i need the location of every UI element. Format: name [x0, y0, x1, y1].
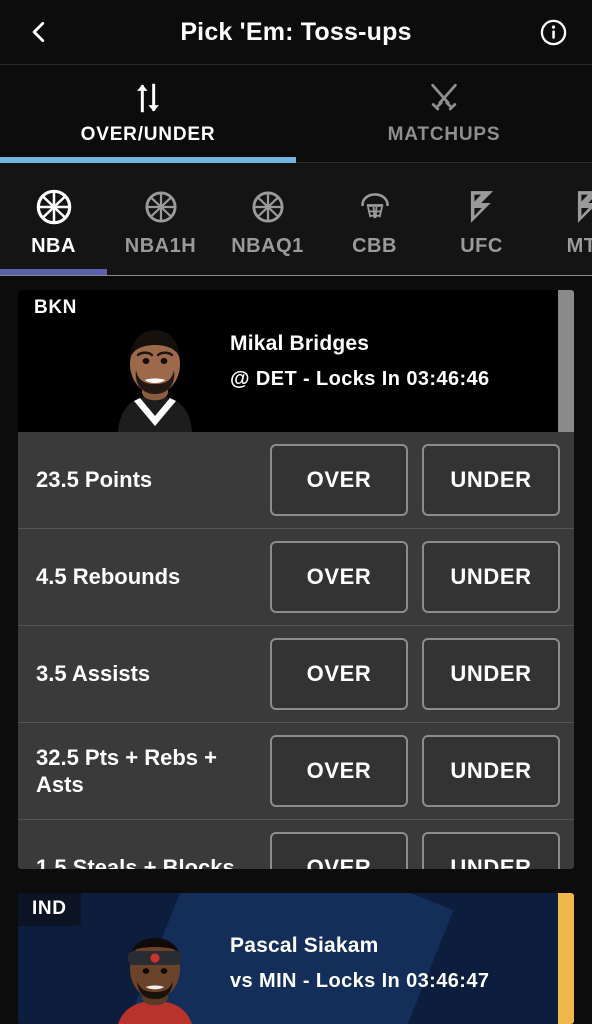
- app-root: Pick 'Em: Toss-ups OVER/UNDER MATCHUPS N…: [0, 0, 592, 1024]
- tab-over-under[interactable]: OVER/UNDER: [0, 65, 296, 163]
- basketball-icon: [34, 185, 74, 229]
- stat-label: 23.5 Points: [36, 467, 153, 493]
- back-button[interactable]: [22, 15, 56, 49]
- league-tab-mte-label: MTE: [566, 234, 592, 257]
- league-tab-nba-label: NBA: [31, 234, 76, 257]
- under-button[interactable]: UNDER: [422, 832, 560, 869]
- player-card[interactable]: BKN Mikal Bridges @ DET - Locks In 03:46…: [18, 290, 574, 869]
- stat-label: 3.5 Assists: [36, 661, 151, 687]
- basketball-icon: [143, 185, 179, 229]
- stat-actions: OVER UNDER: [270, 541, 560, 613]
- under-button[interactable]: UNDER: [422, 541, 560, 613]
- under-button[interactable]: UNDER: [422, 444, 560, 516]
- tab-matchups[interactable]: MATCHUPS: [296, 65, 592, 162]
- stat-row: 4.5 Rebounds OVER UNDER: [18, 529, 574, 626]
- stat-row: 3.5 Assists OVER UNDER: [18, 626, 574, 723]
- lightning-flag-icon: [465, 185, 499, 229]
- over-button[interactable]: OVER: [270, 541, 408, 613]
- league-tab-nba1h[interactable]: NBA1H: [107, 163, 214, 275]
- team-badge: IND: [18, 892, 81, 926]
- stat-row: 1.5 Steals + Blocks OVER UNDER: [18, 820, 574, 869]
- stat-row: 23.5 Points OVER UNDER: [18, 432, 574, 529]
- player-matchup-and-lock-timer: vs MIN - Locks In 03:46:47: [230, 970, 490, 993]
- under-button[interactable]: UNDER: [422, 735, 560, 807]
- league-tab-nba-underline: [0, 269, 107, 275]
- player-headshot: [118, 937, 192, 1024]
- over-button[interactable]: OVER: [270, 444, 408, 516]
- card-accent-bar: [558, 290, 574, 432]
- stat-label: 1.5 Steals + Blocks: [36, 855, 235, 869]
- player-name: Mikal Bridges: [230, 331, 370, 355]
- league-tab-nba1h-underline: [107, 269, 214, 275]
- stat-row-group: 23.5 Points OVER UNDER 4.5 Rebounds OVER…: [18, 432, 574, 869]
- card-accent-bar: [558, 892, 574, 1024]
- player-card-list[interactable]: BKN Mikal Bridges @ DET - Locks In 03:46…: [0, 276, 592, 1024]
- page-title: Pick 'Em: Toss-ups: [180, 17, 412, 46]
- over-button[interactable]: OVER: [270, 832, 408, 869]
- league-tab-bar: NBA NBA1H NBAQ1 CBB UFC M: [0, 163, 592, 276]
- up-down-arrows-icon: [137, 83, 159, 113]
- under-button[interactable]: UNDER: [422, 638, 560, 710]
- league-tab-nbaq1[interactable]: NBAQ1: [214, 163, 321, 275]
- tab-over-under-label: OVER/UNDER: [80, 124, 216, 145]
- player-headshot: [118, 330, 192, 432]
- basketball-hoop-icon: [357, 185, 393, 229]
- crossed-swords-icon: [431, 83, 457, 111]
- basketball-icon: [250, 185, 286, 229]
- player-card-banner: BKN Mikal Bridges @ DET - Locks In 03:46…: [18, 290, 574, 432]
- info-circle-icon: [540, 19, 566, 45]
- over-button[interactable]: OVER: [270, 735, 408, 807]
- stat-label: 32.5 Pts + Rebs + Asts: [36, 744, 217, 798]
- player-card-info: Mikal Bridges @ DET - Locks In 03:46:46: [230, 332, 490, 391]
- league-tab-cbb-label: CBB: [352, 234, 397, 257]
- league-tab-cbb-underline: [321, 269, 428, 275]
- stat-label: 4.5 Rebounds: [36, 564, 181, 590]
- over-button[interactable]: OVER: [270, 638, 408, 710]
- stat-actions: OVER UNDER: [270, 444, 560, 516]
- league-tab-ufc-underline: [428, 269, 535, 275]
- league-tab-mte-underline: [535, 269, 592, 275]
- player-card-banner: IND Pascal Siakam vs MIN - Locks In 03:4…: [18, 892, 574, 1024]
- league-tab-cbb[interactable]: CBB: [321, 163, 428, 275]
- info-button[interactable]: [536, 15, 570, 49]
- team-badge: BKN: [34, 297, 77, 318]
- stat-actions: OVER UNDER: [270, 832, 560, 869]
- player-card[interactable]: IND Pascal Siakam vs MIN - Locks In 03:4…: [18, 892, 574, 1024]
- league-tab-ufc-label: UFC: [460, 234, 503, 257]
- tab-matchups-label: MATCHUPS: [387, 124, 501, 145]
- stat-actions: OVER UNDER: [270, 735, 560, 807]
- chevron-left-icon: [32, 21, 45, 43]
- lightning-flag-icon: [572, 185, 592, 229]
- league-tab-nba[interactable]: NBA: [0, 163, 107, 275]
- league-tab-nba1h-label: NBA1H: [124, 234, 197, 257]
- player-name: Pascal Siakam: [230, 934, 379, 958]
- player-card-info: Pascal Siakam vs MIN - Locks In 03:46:47: [230, 934, 489, 993]
- league-tab-ufc[interactable]: UFC: [428, 163, 535, 275]
- stat-actions: OVER UNDER: [270, 638, 560, 710]
- player-matchup-and-lock-timer: @ DET - Locks In 03:46:46: [230, 367, 490, 390]
- stat-row: 32.5 Pts + Rebs + Asts OVER UNDER: [18, 723, 574, 820]
- app-header: Pick 'Em: Toss-ups: [0, 0, 592, 65]
- league-tab-nbaq1-label: NBAQ1: [231, 234, 304, 257]
- league-tab-nbaq1-underline: [214, 269, 321, 275]
- league-tab-mte[interactable]: MTE: [535, 163, 592, 275]
- mode-tab-bar: OVER/UNDER MATCHUPS: [0, 65, 592, 163]
